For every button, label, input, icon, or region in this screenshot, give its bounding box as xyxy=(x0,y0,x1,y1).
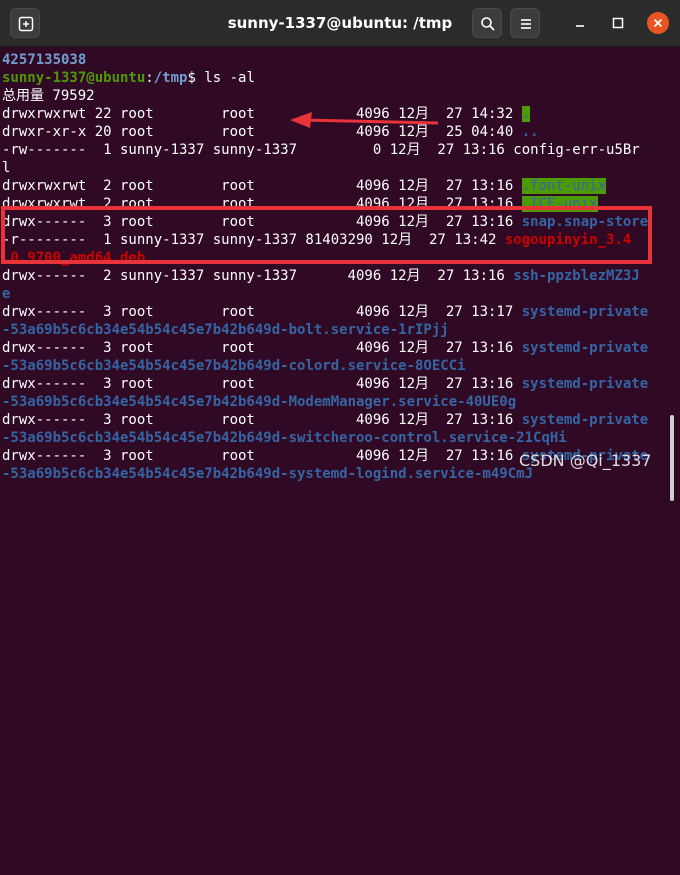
listing-meta: drwxr-xr-x 20 root root 4096 12月 25 04:4… xyxy=(2,124,522,140)
listing-name: .. xyxy=(521,124,539,140)
listing-wrap: -53a69b5c6cb34e54b54c45e7b42b649d-bolt.s… xyxy=(2,322,449,338)
minimize-icon[interactable] xyxy=(572,15,588,31)
listing-row: drwx------ 3 root root 4096 12月 27 13:16… xyxy=(2,339,648,357)
listing-name: ssh-ppzblezMZ3J xyxy=(513,268,640,284)
window-titlebar: sunny-1337@ubuntu: /tmp xyxy=(0,0,680,47)
search-icon xyxy=(481,17,495,31)
listing-name: .font-unix xyxy=(521,178,607,194)
listing-meta: drwx------ 3 root root 4096 12月 27 13:16 xyxy=(2,376,522,392)
listing-row: drwx------ 2 sunny-1337 sunny-1337 4096 … xyxy=(2,267,640,285)
hamburger-menu-icon xyxy=(521,19,531,29)
listing-wrap: -53a69b5c6cb34e54b54c45e7b42b649d-switch… xyxy=(2,430,567,446)
listing-wrap: -53a69b5c6cb34e54b54c45e7b42b649d-ModemM… xyxy=(2,394,517,410)
listing-wrap: e xyxy=(2,286,11,302)
listing-row: drwx------ 3 root root 4096 12月 27 13:16… xyxy=(2,411,648,429)
listing-wrap: -53a69b5c6cb34e54b54c45e7b42b649d-system… xyxy=(2,466,534,482)
listing-meta: drwx------ 3 root root 4096 12月 27 13:17 xyxy=(2,304,522,320)
menu-button[interactable] xyxy=(510,8,540,38)
highlight-box xyxy=(1,206,652,264)
listing-name: . xyxy=(521,106,531,122)
close-button[interactable] xyxy=(647,12,669,34)
listing-name: systemd-private xyxy=(521,304,649,320)
listing-name: systemd-private xyxy=(521,412,649,428)
prompt-user-host: sunny-1337@ubuntu xyxy=(2,70,146,86)
listing-name: systemd-private xyxy=(521,376,649,392)
arrow-annotation-icon xyxy=(290,112,439,128)
search-button[interactable] xyxy=(472,8,502,38)
prompt-command: $ ls -al xyxy=(187,70,255,86)
close-icon xyxy=(653,18,663,28)
listing-meta: drwx------ 3 root root 4096 12月 27 13:16 xyxy=(2,412,522,428)
watermark: CSDN @Qi_1337 xyxy=(519,451,652,470)
listing-meta: drwx------ 2 sunny-1337 sunny-1337 4096 … xyxy=(2,268,514,284)
listing-row: drwx------ 3 root root 4096 12月 27 13:17… xyxy=(2,303,648,321)
prompt-line: sunny-1337@ubuntu:/tmp$ ls -al xyxy=(2,69,255,87)
prompt-colon: : xyxy=(145,70,154,86)
total-line: 总用量 79592 xyxy=(2,88,95,104)
listing-meta: drwx------ 3 root root 4096 12月 27 13:16 xyxy=(2,340,522,356)
listing-wrap: -53a69b5c6cb34e54b54c45e7b42b649d-colord… xyxy=(2,358,466,374)
listing-meta: drwx------ 3 root root 4096 12月 27 13:16 xyxy=(2,448,522,464)
listing-meta: drwxrwxrwt 2 root root 4096 12月 27 13:16 xyxy=(2,178,522,194)
listing-row: drwxrwxrwt 22 root root 4096 12月 27 14:3… xyxy=(2,105,531,123)
listing-row: -rw------- 1 sunny-1337 sunny-1337 0 12月… xyxy=(2,142,640,158)
maximize-icon[interactable] xyxy=(610,15,626,31)
terminal-output[interactable]: 4257135038 sunny-1337@ubuntu:/tmp$ ls -a… xyxy=(0,47,680,501)
output-line: 4257135038 xyxy=(2,52,87,68)
listing-row: drwxr-xr-x 20 root root 4096 12月 25 04:4… xyxy=(2,123,539,141)
listing-name: systemd-private xyxy=(521,340,649,356)
listing-row: drwxrwxrwt 2 root root 4096 12月 27 13:16… xyxy=(2,177,607,195)
listing-row: drwx------ 3 root root 4096 12月 27 13:16… xyxy=(2,375,648,393)
scrollbar[interactable] xyxy=(670,415,674,501)
listing-meta: drwxrwxrwt 22 root root 4096 12月 27 14:3… xyxy=(2,106,522,122)
prompt-path: /tmp xyxy=(153,70,188,86)
listing-wrap: l xyxy=(2,160,11,176)
